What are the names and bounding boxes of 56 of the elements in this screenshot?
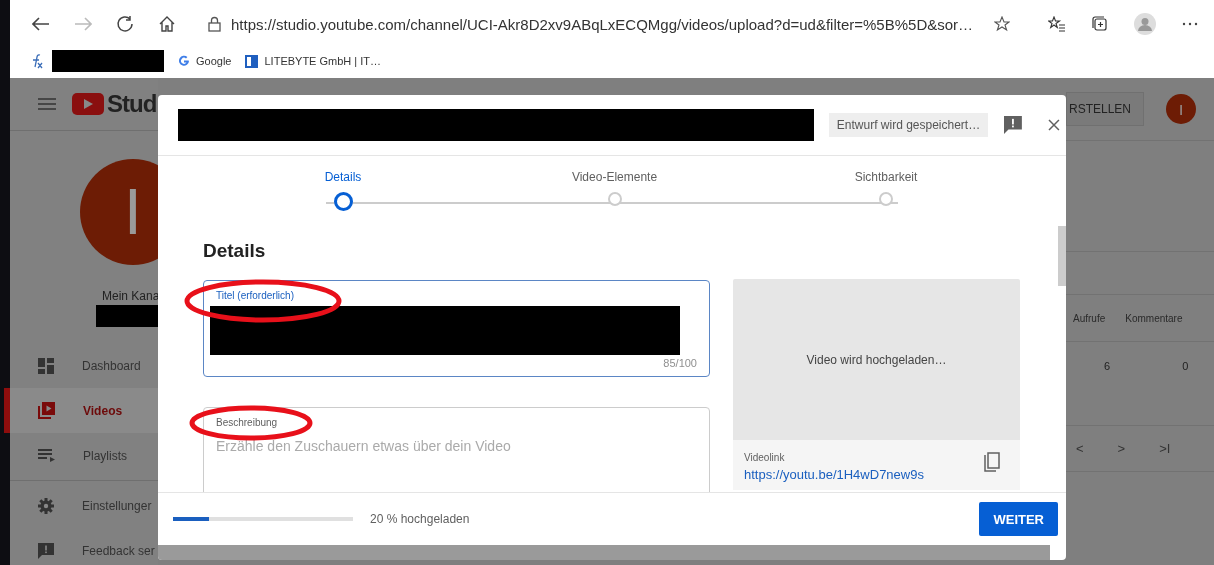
collections-icon[interactable] — [1092, 16, 1108, 32]
nav-item[interactable]: Videos — [4, 388, 158, 433]
back-icon[interactable] — [32, 17, 50, 31]
logo-text: Stud — [107, 90, 157, 118]
field-label: Beschreibung — [216, 417, 278, 428]
playlist-icon — [38, 449, 55, 462]
step-dot — [333, 192, 353, 211]
pager-button[interactable]: > — [1117, 441, 1126, 456]
settings-icon — [38, 497, 54, 514]
column-header[interactable]: Kommentare — [1125, 312, 1183, 324]
video-link[interactable]: https://youtu.be/1H4wD7new9s — [744, 467, 924, 482]
section-heading: Details — [203, 240, 267, 262]
dashboard-icon — [38, 357, 54, 374]
menu-icon[interactable] — [38, 98, 56, 110]
close-icon[interactable] — [1048, 119, 1060, 131]
pager-button[interactable]: < — [1076, 441, 1084, 456]
url-text: https://studio.youtube.com/channel/UCI-Akr8D2xv9ABqLxECQMgg/videos/upload?d=ud&filter=%5B%5D&sor… — [231, 15, 975, 33]
home-icon[interactable] — [158, 15, 176, 33]
function-icon[interactable] — [30, 53, 44, 69]
lock-icon — [208, 16, 221, 32]
video-library-icon — [38, 402, 55, 419]
save-status: Entwurf wird gespeichert… — [828, 113, 989, 137]
upload-status: Video wird hochgeladen… — [806, 352, 947, 367]
site-icon — [245, 54, 259, 68]
pager-button[interactable]: >I — [1159, 441, 1171, 456]
step-tab[interactable]: Sichtbarkeit — [854, 170, 918, 184]
nav-item[interactable]: Dashboard — [4, 343, 158, 388]
step-tab[interactable]: Details — [324, 170, 362, 184]
table-cell: 6 — [1104, 360, 1111, 372]
scrollbar-thumb[interactable] — [1058, 226, 1066, 286]
favorites-icon[interactable] — [1048, 16, 1066, 32]
column-header[interactable]: Aufrufe — [1073, 312, 1106, 324]
title-field[interactable]: Titel (erforderlich) 85/100 — [203, 280, 710, 377]
reload-icon[interactable] — [116, 15, 134, 33]
logo-icon — [72, 93, 104, 115]
create-button[interactable]: RSTELLEN — [1066, 92, 1145, 126]
next-button[interactable]: WEITER — [979, 502, 1058, 536]
link-label: Videolink — [744, 452, 786, 463]
feedback-icon — [38, 542, 54, 559]
feedback-icon[interactable] — [1004, 116, 1023, 134]
more-icon[interactable] — [1182, 22, 1198, 26]
bookmark-link[interactable]: LITEBYTE GmbH | IT… — [245, 54, 382, 68]
star-icon[interactable] — [994, 16, 1010, 32]
progress-text: 20 % hochgeladen — [370, 512, 471, 526]
profile-icon[interactable] — [1134, 13, 1156, 35]
nav-item[interactable]: Feedback ser — [4, 528, 158, 565]
channel-label: Mein Kana — [102, 289, 158, 303]
account-avatar[interactable]: I — [1166, 94, 1197, 124]
address-bar[interactable]: https://studio.youtube.com/channel/UCI-Akr8D2xv9ABqLxECQMgg/videos/upload?d=ud&filter=%5B%5D&sor… — [194, 8, 1022, 40]
table-cell: 0 — [1182, 360, 1189, 372]
bookmark-link[interactable]: Google — [178, 55, 232, 67]
nav-item[interactable]: Einstellunger — [4, 483, 158, 528]
copy-icon[interactable] — [984, 452, 1000, 472]
nav-item[interactable]: Playlists — [4, 433, 158, 478]
google-icon — [178, 55, 190, 67]
step-tab[interactable]: Video-Elemente — [571, 170, 658, 184]
